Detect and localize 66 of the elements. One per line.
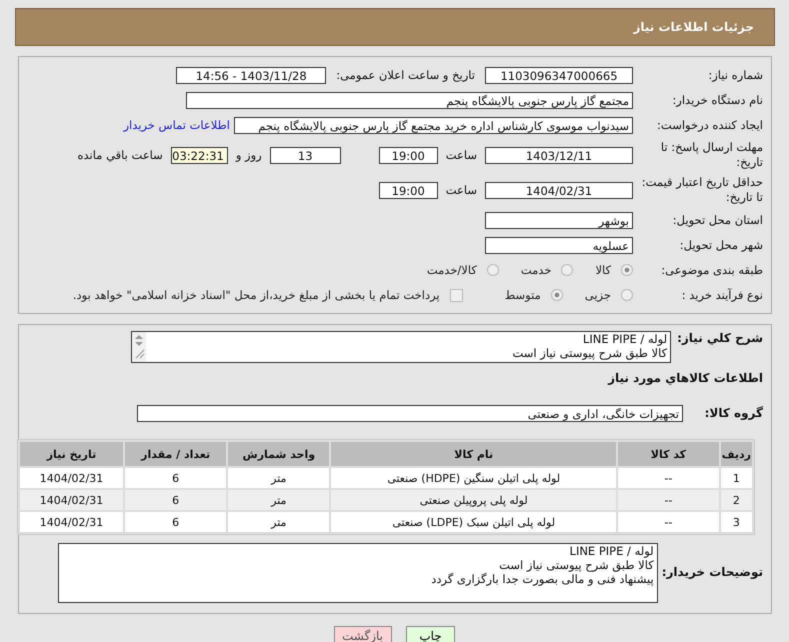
table-cell: 1404/02/31 bbox=[20, 490, 123, 510]
field-label: ساعت bbox=[446, 148, 477, 162]
date-field: 1403/12/11 bbox=[485, 146, 633, 164]
treasury-checkbox[interactable]: پرداخت تمام یا بخشی از مبلغ خرید،از محل "اسناد خزانه اسلامی" خواهد بود. bbox=[72, 288, 463, 302]
field-label: نوع فرآیند خرید : bbox=[680, 288, 764, 302]
field-label: استان محل تحویل: bbox=[672, 213, 764, 227]
table-cell: 6 bbox=[125, 490, 226, 510]
column-header: ردیف bbox=[720, 442, 752, 466]
table-cell: 6 bbox=[125, 512, 226, 532]
column-header: کد کالا bbox=[618, 442, 719, 466]
table-cell: متر bbox=[228, 490, 330, 510]
table-cell: لوله پلی اتیلن سنگین (HDPE) صنعتی bbox=[331, 468, 616, 488]
need-number-field: 1103096347000665 bbox=[485, 66, 633, 84]
creator-field: سیدنواب موسوی کارشناس اداره خرید مجتمع گاز پارس جنوبی پالایشگاه پنجم bbox=[234, 116, 633, 134]
field-label: روز و bbox=[236, 148, 262, 162]
field-label: توضیحات خریدار: bbox=[662, 564, 764, 579]
remaining-time-field: 03:22:31 bbox=[170, 146, 228, 164]
radio-option[interactable]: خدمت bbox=[520, 263, 574, 277]
table-cell: لوله پلی اتیلن سبک (LDPE) صنعتی bbox=[331, 512, 616, 532]
announce-date-field: 1403/11/28 - 14:56 bbox=[176, 66, 326, 84]
field-label: گروه کالا: bbox=[704, 406, 764, 420]
time-field: 19:00 bbox=[378, 146, 438, 164]
buyer-notes-field: لوله / LINE PIPE کالا طبق شرح پیوستی نیاز است پیشنهاد فنی و مالی بصورت جدا بارگزاری گردد bbox=[58, 543, 658, 603]
field-label: ساعت باقي مانده bbox=[78, 148, 163, 162]
table-cell: متر bbox=[228, 512, 330, 532]
table-cell: متر bbox=[228, 468, 330, 488]
table-cell: 2 bbox=[720, 490, 752, 510]
field-label: مهلت ارسال پاسخ: تا تاریخ: bbox=[660, 140, 764, 170]
buyer-field: مجتمع گاز پارس جنوبی پالایشگاه پنجم bbox=[186, 92, 633, 108]
scroll-arrows-icon bbox=[132, 332, 146, 362]
field-label: حداقل تاریخ اعتبار قیمت: تا تاریخ: bbox=[640, 175, 764, 205]
field-label: تاریخ و ساعت اعلان عمومی: bbox=[336, 68, 475, 82]
radio-option[interactable]: کالا bbox=[595, 263, 633, 277]
column-header: تعداد / مقدار bbox=[125, 442, 226, 466]
time-field: 19:00 bbox=[378, 182, 438, 198]
table-cell: 3 bbox=[720, 512, 752, 532]
column-header: نام کالا bbox=[331, 442, 616, 466]
field-label: شماره نیاز: bbox=[707, 68, 764, 82]
city-field: عسلویه bbox=[485, 236, 633, 254]
field-label: ساعت bbox=[446, 183, 477, 197]
table-cell: لوله پلی پروپیلن صنعتی bbox=[331, 490, 616, 510]
field-label: شهر محل تحویل: bbox=[678, 238, 764, 252]
date-field: 1404/02/31 bbox=[485, 182, 633, 198]
table-cell: 6 bbox=[125, 468, 226, 488]
table-cell: 1404/02/31 bbox=[20, 512, 123, 532]
goods-group-field: تجهیزات خانگی، اداری و صنعتی bbox=[137, 404, 683, 422]
field-label: طبقه بندی موضوعی: bbox=[660, 263, 764, 277]
column-header: تاریخ نیاز bbox=[20, 442, 123, 466]
section-title: اطلاعات کالاهاي مورد نياز bbox=[606, 371, 764, 385]
days-field: 13 bbox=[270, 146, 341, 164]
page-title: جزئیات اطلاعات نیاز bbox=[633, 20, 754, 34]
table-cell: -- bbox=[618, 490, 719, 510]
buyer-contact-link[interactable]: اطلاعات تماس خریدار bbox=[123, 118, 230, 132]
field-label: شرح کلي نياز: bbox=[677, 331, 764, 345]
radio-option[interactable]: کالا/خدمت bbox=[426, 263, 499, 277]
table-cell: 1 bbox=[720, 468, 752, 488]
field-label: ایجاد کننده درخواست: bbox=[656, 118, 764, 132]
description-field: لوله / LINE PIPE کالا طبق شرح پیوستی نیاز است bbox=[131, 331, 672, 363]
table-cell: -- bbox=[618, 468, 719, 488]
field-label: نام دستگاه خریدار: bbox=[671, 93, 764, 107]
radio-option[interactable]: متوسط bbox=[504, 288, 563, 302]
table-cell: 1404/02/31 bbox=[20, 468, 123, 488]
province-field: بوشهر bbox=[485, 212, 633, 228]
table-cell: -- bbox=[618, 512, 719, 532]
column-header: واحد شمارش bbox=[228, 442, 330, 466]
radio-option[interactable]: جزیی bbox=[584, 288, 633, 302]
